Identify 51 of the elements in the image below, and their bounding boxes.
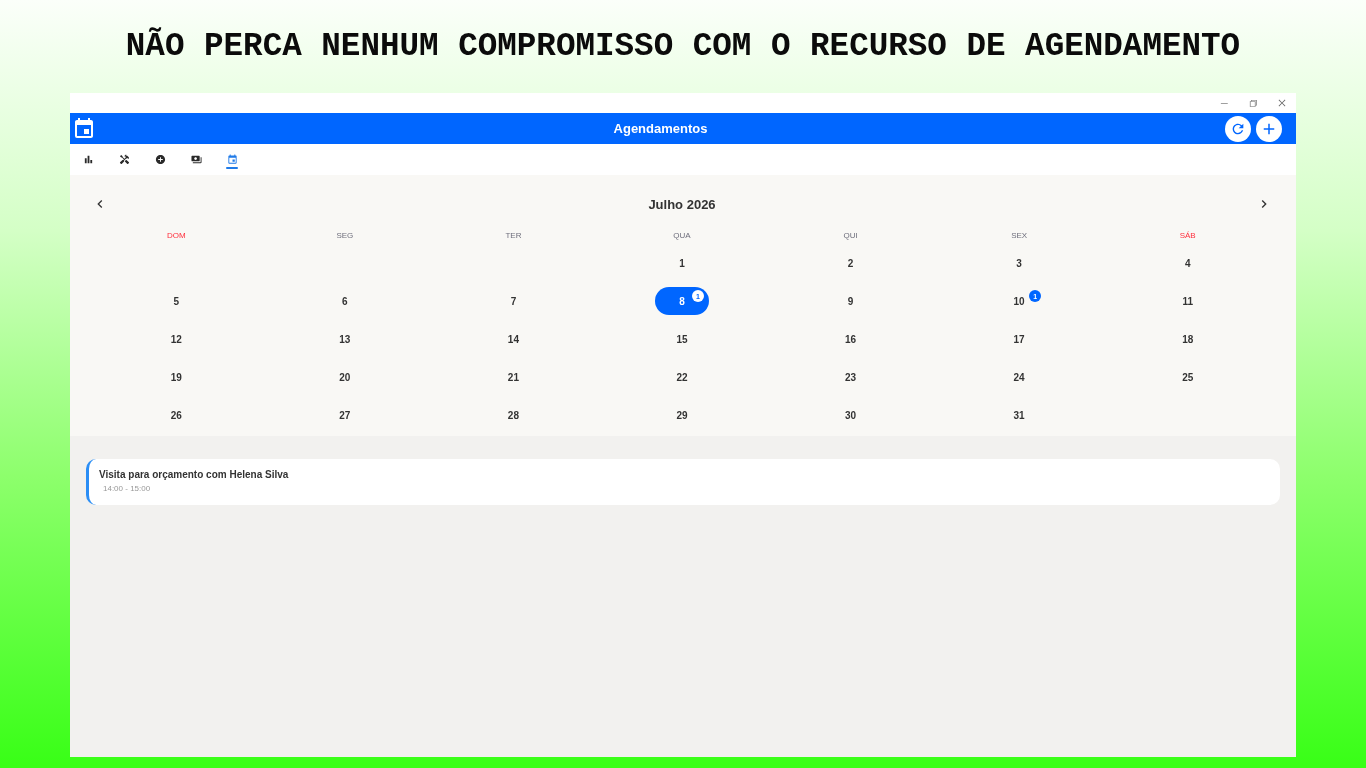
calendar-day[interactable]: 17	[992, 325, 1047, 353]
weekday-label: TER	[505, 230, 522, 240]
app-title: Agendamentos	[613, 121, 708, 136]
calendar-day[interactable]: 29	[655, 401, 709, 429]
calendar-day[interactable]: 11	[1160, 287, 1215, 315]
calendar-day[interactable]: 14	[486, 325, 541, 353]
calendar-day[interactable]: 28	[486, 401, 541, 429]
calendar-day[interactable]: 12	[149, 325, 204, 353]
close-icon	[1276, 98, 1287, 108]
calendar-day[interactable]: 6	[317, 287, 372, 315]
weekday-label: SEG	[336, 230, 354, 240]
weekday-label: QUI	[843, 230, 858, 240]
calendar-day[interactable]: 3	[992, 249, 1047, 277]
refresh-button[interactable]	[1225, 115, 1251, 142]
calendar-day[interactable]: 4	[1160, 249, 1215, 277]
weekday-label: SÁB	[1179, 230, 1196, 240]
bar-chart-icon	[82, 154, 94, 165]
event-card[interactable]: Visita para orçamento com Helena Silva 14:00 - 15:00	[86, 459, 1280, 505]
calendar-day[interactable]: 25	[1160, 363, 1215, 391]
calendar-day[interactable]: 23	[823, 363, 878, 391]
calendar-day[interactable]: 5	[149, 287, 204, 315]
banknotes-icon	[190, 154, 202, 165]
calendar-day[interactable]: 24	[992, 363, 1047, 391]
calendar-icon	[226, 154, 238, 165]
calendar-day[interactable]: 13	[317, 325, 372, 353]
headline: NÃO PERCA NENHUM COMPROMISSO COM O RECURSO DE AGENDAMENTO	[125, 26, 1241, 67]
weekday-label: SEX	[1011, 230, 1028, 240]
add-button[interactable]	[1256, 115, 1282, 142]
calendar-day[interactable]: 16	[823, 325, 878, 353]
calendar-day[interactable]: 21	[486, 363, 541, 391]
calendar-day[interactable]: 19	[149, 363, 204, 391]
calendar-day[interactable]: 20	[317, 363, 372, 391]
calendar-icon	[72, 116, 96, 141]
calendar-day[interactable]: 18	[1160, 325, 1215, 353]
event-time: 14:00 - 15:00	[103, 484, 151, 493]
calendar-day[interactable]: 30	[823, 401, 878, 429]
calendar-day[interactable]: 1	[655, 249, 709, 277]
calendar-day[interactable]: 2	[823, 249, 878, 277]
tools-icon	[118, 154, 130, 165]
calendar-day[interactable]: 31	[992, 401, 1047, 429]
calendar-day[interactable]: 15	[655, 325, 709, 353]
calendar-day[interactable]: 26	[149, 401, 204, 429]
weekday-label: DOM	[166, 230, 186, 240]
weekday-label: QUA	[673, 230, 691, 240]
calendar-day[interactable]: 22	[655, 363, 709, 391]
event-title: Visita para orçamento com Helena Silva	[99, 469, 289, 480]
restore-icon	[1247, 98, 1258, 108]
month-title: Julho 2026	[648, 196, 716, 212]
calendar-day[interactable]: 9	[823, 287, 878, 315]
calendar-day[interactable]: 27	[317, 401, 372, 429]
calendar-day[interactable]: 7	[486, 287, 541, 315]
